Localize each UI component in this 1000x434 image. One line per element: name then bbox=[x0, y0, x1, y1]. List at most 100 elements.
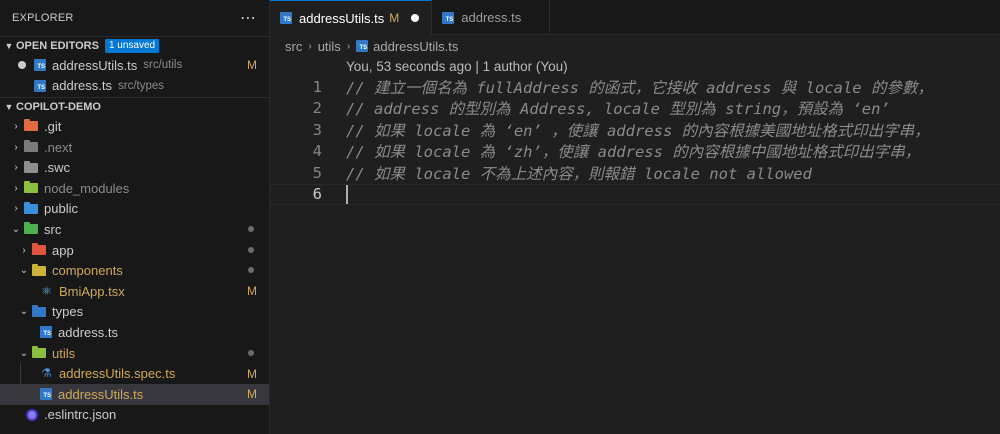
chevron-down-icon: ⌄ bbox=[19, 265, 29, 277]
modified-dot-icon bbox=[248, 349, 254, 356]
current-line-highlight bbox=[270, 183, 1000, 205]
tree-item-address-utils[interactable]: TS addressUtils.ts M bbox=[0, 383, 269, 405]
chevron-down-icon: ⌄ bbox=[11, 223, 21, 235]
line-number: 4 bbox=[312, 142, 322, 161]
tree-item-eslintrc[interactable]: .eslintrc.json bbox=[0, 405, 269, 426]
project-header[interactable]: ▼ COPILOT-DEMO bbox=[0, 97, 269, 116]
tree-item-components[interactable]: ⌄ components bbox=[0, 260, 269, 281]
line-number: 1 bbox=[312, 77, 322, 96]
modified-status: M bbox=[247, 366, 257, 381]
breadcrumb: src › utils › TS addressUtils.ts bbox=[270, 35, 1000, 57]
modified-status: M bbox=[247, 58, 257, 73]
explorer-title: EXPLORER bbox=[12, 12, 74, 24]
tree-item-label: BmiApp.tsx bbox=[59, 283, 125, 299]
explorer-header: EXPLORER ⋯ bbox=[0, 0, 269, 36]
tree-item-node-modules[interactable]: › node_modules bbox=[0, 178, 269, 199]
tree-item-label: app bbox=[52, 242, 74, 258]
tree-item-src[interactable]: ⌄ src bbox=[0, 219, 269, 240]
tab-label: address.ts bbox=[461, 10, 522, 25]
chevron-right-icon: › bbox=[14, 120, 18, 132]
tree-item-label: node_modules bbox=[44, 180, 130, 196]
line-number: 2 bbox=[312, 99, 322, 118]
react-icon: ⚛ bbox=[41, 283, 52, 298]
tree-item-public[interactable]: › public bbox=[0, 199, 269, 220]
modified-status: M bbox=[247, 387, 257, 402]
tree-item-git[interactable]: › .git bbox=[0, 116, 269, 137]
chevron-right-icon: › bbox=[14, 203, 18, 215]
project-title: COPILOT-DEMO bbox=[16, 101, 101, 114]
typescript-file-icon: TS bbox=[442, 11, 455, 24]
code-line: 1 // 建立一個名為 fullAddress 的函式，它接收 address … bbox=[270, 76, 1000, 98]
tab-address[interactable]: TS address.ts bbox=[432, 0, 551, 35]
tree-item-label: public bbox=[44, 201, 78, 217]
editor-area: TS addressUtils.ts M TS address.ts src ›… bbox=[270, 0, 1000, 434]
tree-item-address[interactable]: TS address.ts bbox=[0, 322, 269, 343]
code-text[interactable]: // 建立一個名為 fullAddress 的函式，它接收 address 與 … bbox=[346, 76, 933, 98]
git-blame-lens[interactable]: You, 53 seconds ago | 1 author (You) bbox=[270, 57, 1000, 76]
tree-item-next[interactable]: › .next bbox=[0, 137, 269, 158]
unsaved-badge: 1 unsaved bbox=[104, 39, 160, 53]
code-line: 2 // address 的型別為 Address, locale 型別為 st… bbox=[270, 98, 1000, 120]
modified-status: M bbox=[247, 284, 257, 299]
tree-item-types[interactable]: ⌄ types bbox=[0, 302, 269, 323]
typescript-file-icon: TS bbox=[40, 388, 52, 401]
tree-item-label: addressUtils.ts bbox=[58, 386, 144, 402]
tab-label: addressUtils.ts bbox=[299, 10, 385, 26]
components-folder-icon bbox=[32, 263, 46, 276]
breadcrumb-item[interactable]: addressUtils.ts bbox=[373, 39, 458, 54]
open-editor-item[interactable]: TS addressUtils.ts src/utils M bbox=[0, 55, 269, 76]
typescript-file-icon: TS bbox=[34, 59, 46, 72]
chevron-right-icon: › bbox=[22, 244, 26, 256]
open-editors-header[interactable]: ▼ OPEN EDITORS 1 unsaved bbox=[0, 36, 269, 55]
breadcrumb-item[interactable]: utils bbox=[318, 39, 341, 54]
open-editor-name: addressUtils.ts bbox=[52, 57, 138, 73]
tree-item-label: src bbox=[44, 221, 62, 237]
test-flask-icon: ⚗ bbox=[41, 366, 52, 381]
tree-item-utils[interactable]: ⌄ utils bbox=[0, 343, 269, 364]
typescript-file-icon: TS bbox=[356, 40, 369, 52]
chevron-down-icon: ⌄ bbox=[19, 347, 29, 359]
indent-guide bbox=[20, 383, 21, 405]
public-folder-icon bbox=[24, 201, 38, 214]
breadcrumb-item[interactable]: src bbox=[285, 39, 302, 54]
tree-item-label: .eslintrc.json bbox=[44, 407, 117, 423]
tree-item-label: .git bbox=[44, 118, 62, 134]
modified-dot-icon bbox=[248, 267, 254, 274]
more-actions-icon[interactable]: ⋯ bbox=[240, 8, 257, 28]
typescript-file-icon: TS bbox=[40, 326, 52, 339]
git-folder-icon bbox=[24, 119, 38, 132]
explorer-sidebar: EXPLORER ⋯ ▼ OPEN EDITORS 1 unsaved TS a… bbox=[0, 0, 270, 434]
src-folder-icon bbox=[24, 222, 38, 235]
tree-item-label: .swc bbox=[44, 160, 70, 176]
open-editor-item[interactable]: TS address.ts src/types bbox=[0, 76, 269, 97]
modified-status: M bbox=[389, 11, 400, 25]
chevron-right-icon: › bbox=[14, 162, 18, 174]
code-line: 5 // 如果 locale 不為上述內容，則報錯 locale not all… bbox=[270, 162, 1000, 184]
code-line: 3 // 如果 locale 為 ‘en’ ，使讓 address 的內容根據美… bbox=[270, 119, 1000, 141]
tree-item-address-spec[interactable]: ⚗ addressUtils.spec.ts M bbox=[0, 363, 269, 384]
code-text[interactable]: // address 的型別為 Address, locale 型別為 stri… bbox=[346, 97, 890, 119]
code-editor[interactable]: 1 // 建立一個名為 fullAddress 的函式，它接收 address … bbox=[270, 76, 1000, 205]
tab-address-utils[interactable]: TS addressUtils.ts M bbox=[270, 0, 433, 35]
types-folder-icon bbox=[32, 304, 46, 317]
chevron-right-icon: › bbox=[14, 182, 18, 194]
tree-item-label: .next bbox=[44, 139, 73, 155]
chevron-right-icon: › bbox=[308, 40, 312, 52]
chevron-right-icon: › bbox=[346, 40, 351, 52]
modified-dot-icon bbox=[248, 246, 254, 253]
unsaved-dot-icon[interactable] bbox=[411, 14, 420, 22]
code-line-current: 6 bbox=[270, 183, 1000, 205]
chevron-right-icon: › bbox=[14, 141, 18, 153]
tree-item-bmiapp[interactable]: ⚛ BmiApp.tsx M bbox=[0, 281, 269, 302]
code-text[interactable]: // 如果 locale 為 ‘en’ ，使讓 address 的內容根據美國地… bbox=[346, 119, 930, 141]
app-folder-icon bbox=[32, 243, 46, 256]
code-text[interactable]: // 如果 locale 不為上述內容，則報錯 locale not allow… bbox=[346, 162, 812, 184]
tree-item-label: components bbox=[52, 263, 123, 279]
tree-item-label: addressUtils.spec.ts bbox=[59, 366, 176, 382]
code-text[interactable]: // 如果 locale 為 ‘zh’，使讓 address 的內容根據中國地址… bbox=[346, 140, 920, 162]
modified-dot-icon bbox=[248, 226, 254, 233]
unsaved-dot-icon[interactable] bbox=[18, 61, 26, 70]
tree-item-swc[interactable]: › .swc bbox=[0, 157, 269, 178]
tree-item-app[interactable]: › app bbox=[0, 240, 269, 261]
open-editors-title: OPEN EDITORS bbox=[16, 40, 99, 52]
